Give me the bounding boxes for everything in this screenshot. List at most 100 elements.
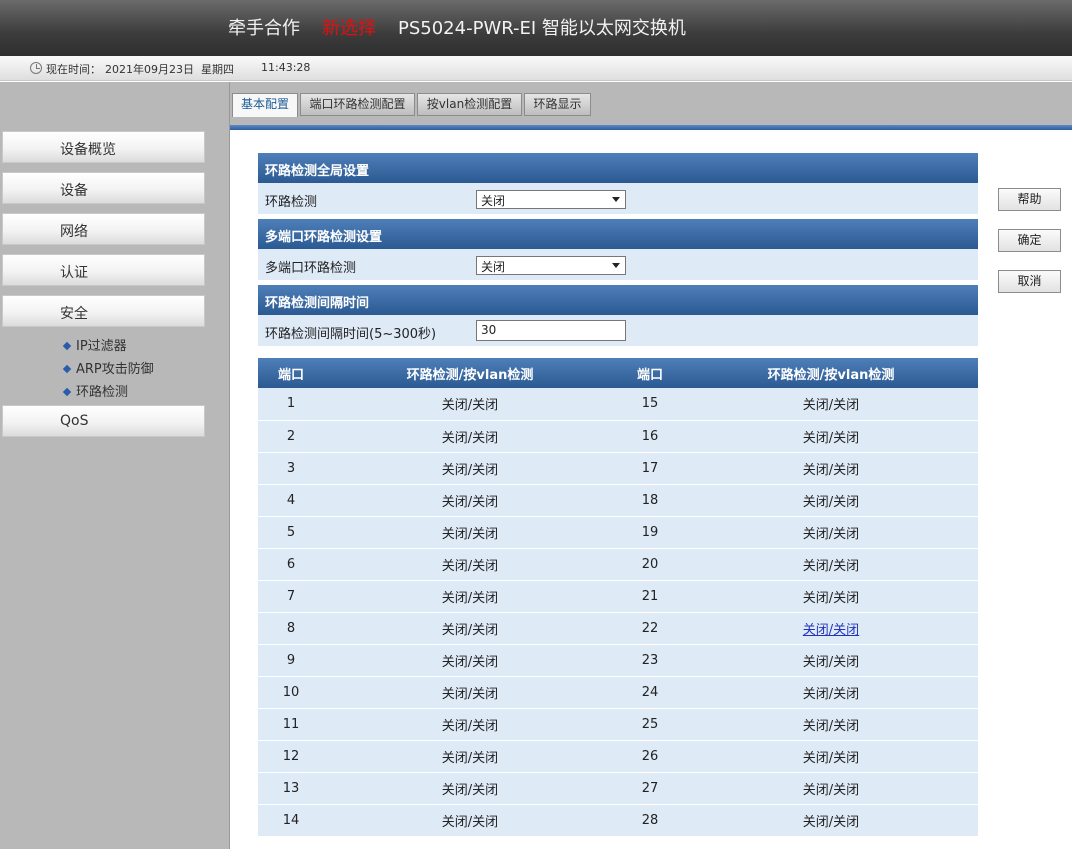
table-row: 8 关闭/关闭 22 关闭/关闭 xyxy=(258,612,978,645)
table-row: 5 关闭/关闭 19 关闭/关闭 xyxy=(258,516,978,549)
subnav-loop-detect[interactable]: 环路检测 xyxy=(62,381,129,400)
port-number-cell: 11 xyxy=(258,708,324,741)
subnav-label: ARP攻击防御 xyxy=(76,362,154,377)
port-status-cell: 关闭/关闭 xyxy=(324,548,616,581)
sidebar-item-qos[interactable]: QoS xyxy=(2,405,205,437)
port-status-cell: 关闭/关闭 xyxy=(684,452,978,485)
port-number-cell: 26 xyxy=(616,740,684,773)
field-label: 环路检测间隔时间(5~300秒) xyxy=(265,327,437,342)
table-row: 11 关闭/关闭 25 关闭/关闭 xyxy=(258,708,978,741)
table-header-row: 端口 环路检测/按vlan检测 端口 环路检测/按vlan检测 xyxy=(258,358,978,388)
sidebar-item-label: 网络 xyxy=(60,224,88,240)
select-value: 关闭 xyxy=(481,194,506,208)
port-number-cell: 13 xyxy=(258,772,324,805)
port-number-cell: 24 xyxy=(616,676,684,709)
port-status-cell: 关闭/关闭 xyxy=(684,420,978,453)
port-status-cell: 关闭/关闭 xyxy=(324,740,616,773)
section-title: 环路检测间隔时间 xyxy=(258,285,978,315)
port-status-cell: 关闭/关闭 xyxy=(324,804,616,837)
brand-tagline: 新选择 xyxy=(322,18,376,39)
port-status-cell: 关闭/关闭 xyxy=(324,516,616,549)
sidebar: 设备概览 设备 网络 认证 安全 IP过滤器 ARP攻击防御 环路检测 QoS xyxy=(0,82,229,849)
field-label: 多端口环路检测 xyxy=(265,261,357,276)
sidebar-item-label: 设备概览 xyxy=(60,142,116,158)
current-weekday: 星期四 xyxy=(201,63,234,76)
port-status-cell: 关闭/关闭 xyxy=(684,484,978,517)
port-number-cell: 21 xyxy=(616,580,684,613)
table-row: 12 关闭/关闭 26 关闭/关闭 xyxy=(258,740,978,773)
port-status-cell[interactable]: 关闭/关闭 xyxy=(684,612,978,645)
subnav-ip-filter[interactable]: IP过滤器 xyxy=(62,335,127,354)
interval-input[interactable]: 30 xyxy=(476,320,626,341)
table-row: 4 关闭/关闭 18 关闭/关闭 xyxy=(258,484,978,517)
sidebar-item-security[interactable]: 安全 xyxy=(2,295,205,327)
loop-detect-select[interactable]: 关闭 xyxy=(476,190,626,209)
port-number-cell: 4 xyxy=(258,484,324,517)
product-title: PS5024-PWR-EI 智能以太网交换机 xyxy=(398,18,686,39)
port-status-cell: 关闭/关闭 xyxy=(684,644,978,677)
port-number-cell: 3 xyxy=(258,452,324,485)
section-title: 多端口环路检测设置 xyxy=(258,219,978,249)
tab-basic-config[interactable]: 基本配置 xyxy=(232,93,298,117)
sidebar-item-auth[interactable]: 认证 xyxy=(2,254,205,286)
brand-slogan: 牵手合作 xyxy=(228,18,300,39)
port-number-cell: 8 xyxy=(258,612,324,645)
port-status-cell: 关闭/关闭 xyxy=(324,452,616,485)
chevron-down-icon xyxy=(612,197,620,202)
port-status-cell: 关闭/关闭 xyxy=(684,516,978,549)
subnav-label: 环路检测 xyxy=(76,385,129,400)
col-header-port: 端口 xyxy=(258,358,324,388)
table-row: 13 关闭/关闭 27 关闭/关闭 xyxy=(258,772,978,805)
port-status-cell: 关闭/关闭 xyxy=(684,708,978,741)
tab-bar: 基本配置 端口环路检测配置 按vlan检测配置 环路显示 xyxy=(230,82,1072,125)
field-label: 环路检测 xyxy=(265,195,318,210)
port-number-cell: 17 xyxy=(616,452,684,485)
table-row: 3 关闭/关闭 17 关闭/关闭 xyxy=(258,452,978,485)
sidebar-item-label: QoS xyxy=(60,413,89,429)
bullet-icon xyxy=(62,387,72,397)
multiport-settings-section: 多端口环路检测设置 多端口环路检测 关闭 xyxy=(258,219,978,281)
port-number-cell: 2 xyxy=(258,420,324,453)
port-number-cell: 19 xyxy=(616,516,684,549)
table-row: 6 关闭/关闭 20 关闭/关闭 xyxy=(258,548,978,581)
sidebar-item-overview[interactable]: 设备概览 xyxy=(2,131,205,163)
port-number-cell: 27 xyxy=(616,772,684,805)
port-number-cell: 22 xyxy=(616,612,684,645)
port-status-cell: 关闭/关闭 xyxy=(684,580,978,613)
clock-icon xyxy=(30,62,42,74)
port-status-cell: 关闭/关闭 xyxy=(684,804,978,837)
tab-port-loop-config[interactable]: 端口环路检测配置 xyxy=(300,93,415,116)
current-date: 2021年09月23日 xyxy=(105,63,194,76)
multiport-detect-select[interactable]: 关闭 xyxy=(476,256,626,275)
ok-button[interactable]: 确定 xyxy=(998,229,1061,252)
tab-vlan-detect-config[interactable]: 按vlan检测配置 xyxy=(417,93,522,116)
port-number-cell: 6 xyxy=(258,548,324,581)
table-row: 9 关闭/关闭 23 关闭/关闭 xyxy=(258,644,978,677)
sidebar-item-device[interactable]: 设备 xyxy=(2,172,205,204)
time-label: 现在时间： xyxy=(46,63,101,76)
col-header-status: 环路检测/按vlan检测 xyxy=(324,358,616,388)
table-row: 1 关闭/关闭 15 关闭/关闭 xyxy=(258,388,978,421)
interval-row: 环路检测间隔时间(5~300秒) 30 xyxy=(258,315,978,347)
port-status-table: 端口 环路检测/按vlan检测 端口 环路检测/按vlan检测 1 关闭/关闭 15… xyxy=(258,358,978,837)
cancel-button[interactable]: 取消 xyxy=(998,270,1061,293)
help-button[interactable]: 帮助 xyxy=(998,188,1061,211)
tab-loop-display[interactable]: 环路显示 xyxy=(524,93,591,116)
header-bar: 牵手合作 新选择 PS5024-PWR-EI 智能以太网交换机 xyxy=(0,0,1072,56)
section-title: 环路检测全局设置 xyxy=(258,153,978,183)
subnav-arp-defense[interactable]: ARP攻击防御 xyxy=(62,358,154,377)
port-status-cell: 关闭/关闭 xyxy=(324,420,616,453)
col-header-port: 端口 xyxy=(616,358,684,388)
select-value: 关闭 xyxy=(481,260,506,274)
port-status-cell: 关闭/关闭 xyxy=(684,676,978,709)
port-status-cell: 关闭/关闭 xyxy=(684,548,978,581)
port-status-cell: 关闭/关闭 xyxy=(324,612,616,645)
sidebar-item-network[interactable]: 网络 xyxy=(2,213,205,245)
table-row: 2 关闭/关闭 16 关闭/关闭 xyxy=(258,420,978,453)
port-status-cell: 关闭/关闭 xyxy=(684,388,978,421)
bullet-icon xyxy=(62,341,72,351)
port-number-cell: 14 xyxy=(258,804,324,837)
col-header-status: 环路检测/按vlan检测 xyxy=(684,358,978,388)
port-number-cell: 12 xyxy=(258,740,324,773)
port-number-cell: 1 xyxy=(258,388,324,421)
